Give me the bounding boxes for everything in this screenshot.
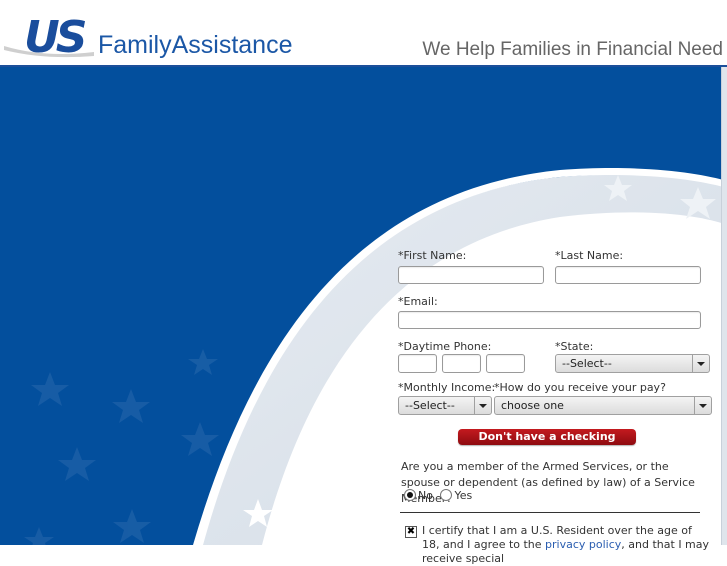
radio-label-no: No <box>418 489 433 502</box>
first-name-input[interactable] <box>398 266 544 284</box>
pay-method-select-value: choose one <box>501 399 564 412</box>
radio-label-yes: Yes <box>454 489 473 502</box>
phone-area-code-input[interactable] <box>398 354 437 373</box>
no-checking-account-button[interactable]: Don't have a checking account? <box>458 429 636 459</box>
form-divider <box>400 512 700 513</box>
military-radio-group: No Yes <box>404 489 472 503</box>
first-name-label: *First Name: <box>398 249 467 262</box>
radio-option-no[interactable]: No <box>404 489 433 502</box>
income-label: *Monthly Income: <box>398 381 496 394</box>
state-label: *State: <box>555 340 594 353</box>
phone-prefix-input[interactable] <box>442 354 481 373</box>
income-select[interactable]: --Select-- <box>398 396 492 415</box>
phone-line-input[interactable] <box>486 354 525 373</box>
certify-checkbox[interactable]: ✖ <box>405 526 417 538</box>
pay-method-select[interactable]: choose one <box>494 396 712 415</box>
tagline: We Help Families in Financial Need <box>422 39 723 60</box>
pay-method-label: *How do you receive your pay? <box>494 381 666 394</box>
page-edge <box>721 67 727 545</box>
last-name-label: *Last Name: <box>555 249 624 262</box>
email-input[interactable] <box>398 311 701 329</box>
site-header: US FamilyAssistance We Help Families in … <box>0 0 727 66</box>
chevron-down-icon <box>694 397 711 414</box>
state-select[interactable]: --Select-- <box>555 354 710 373</box>
last-name-input[interactable] <box>555 266 701 284</box>
chevron-down-icon <box>474 397 491 414</box>
radio-button-yes[interactable] <box>440 489 453 501</box>
certify-text: I certify that I am a U.S. Resident over… <box>422 524 712 566</box>
phone-label: *Daytime Phone: <box>398 340 492 353</box>
logo-wordmark: FamilyAssistance <box>98 31 293 59</box>
income-select-value: --Select-- <box>405 399 455 412</box>
email-label: *Email: <box>398 295 438 308</box>
chevron-down-icon <box>692 355 709 372</box>
radio-option-yes[interactable]: Yes <box>440 489 472 502</box>
state-select-value: --Select-- <box>562 357 612 370</box>
logo-us-mark: US <box>24 16 87 60</box>
radio-button-no[interactable] <box>404 489 416 501</box>
site-logo[interactable]: US FamilyAssistance <box>4 14 314 62</box>
logo-us-text: US <box>24 12 87 63</box>
